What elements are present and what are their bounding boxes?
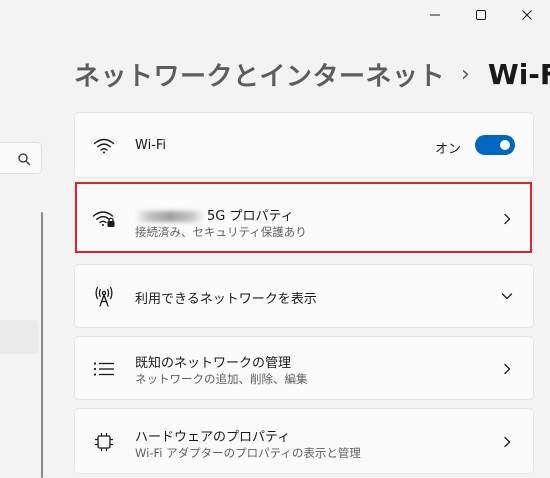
wifi-lock-icon xyxy=(91,206,117,232)
show-networks-card[interactable]: 利用できるネットワークを表示 xyxy=(74,264,534,328)
antenna-icon xyxy=(91,284,117,310)
list-icon xyxy=(91,356,117,382)
search-box[interactable] xyxy=(0,142,42,174)
wifi-icon xyxy=(91,133,117,159)
hardware-properties-title: ハードウェアのプロパティ xyxy=(135,430,291,445)
wifi-toggle-card: Wi-Fi オン xyxy=(74,112,534,178)
search-icon[interactable] xyxy=(17,152,31,166)
minimize-icon xyxy=(430,14,440,16)
wifi-toggle-state: オン xyxy=(434,142,461,157)
manage-networks-subtitle: ネットワークの追加、削除、編集 xyxy=(135,372,308,386)
wifi-label: Wi-Fi xyxy=(135,138,167,153)
breadcrumb-separator: › xyxy=(461,62,470,87)
wifi-toggle-switch[interactable] xyxy=(475,135,515,155)
sidebar-scrollbar[interactable] xyxy=(41,212,43,478)
chip-icon xyxy=(91,429,117,455)
network-properties-label: 5G プロパティ xyxy=(207,209,294,224)
hardware-properties-card[interactable]: ハードウェアのプロパティ Wi-Fi アダプターのプロパティの表示と管理 xyxy=(74,408,534,474)
manage-networks-card[interactable]: 既知のネットワークの管理 ネットワークの追加、削除、編集 xyxy=(74,336,534,400)
network-properties-card[interactable]: 5G プロパティ 接続済み、セキュリティ保護あり xyxy=(74,183,534,252)
close-icon xyxy=(522,10,532,20)
show-networks-label: 利用できるネットワークを表示 xyxy=(135,292,317,307)
maximize-icon xyxy=(476,10,486,20)
toggle-knob xyxy=(500,140,510,150)
settings-window: ネットワークとインターネット › Wi-Fi Wi-Fi オン xyxy=(0,0,550,478)
sidebar-item-selected[interactable] xyxy=(0,320,38,354)
hardware-properties-subtitle: Wi-Fi アダプターのプロパティの表示と管理 xyxy=(135,446,361,460)
chevron-down-icon xyxy=(501,293,513,300)
network-status: 接続済み、セキュリティ保護あり xyxy=(135,225,307,239)
network-name: 5G プロパティ xyxy=(135,205,294,224)
manage-networks-title: 既知のネットワークの管理 xyxy=(135,356,292,371)
chevron-right-icon xyxy=(504,363,511,375)
minimize-button[interactable] xyxy=(412,0,458,30)
close-button[interactable] xyxy=(504,0,550,30)
chevron-right-icon xyxy=(504,436,511,448)
breadcrumb-parent[interactable]: ネットワークとインターネット xyxy=(74,56,445,93)
chevron-right-icon xyxy=(504,213,511,225)
page-title: Wi-Fi xyxy=(487,58,550,91)
maximize-button[interactable] xyxy=(458,0,504,30)
breadcrumb: ネットワークとインターネット › Wi-Fi xyxy=(74,56,550,93)
sidebar xyxy=(0,0,60,478)
redacted-ssid xyxy=(135,211,205,222)
window-controls xyxy=(412,0,550,30)
